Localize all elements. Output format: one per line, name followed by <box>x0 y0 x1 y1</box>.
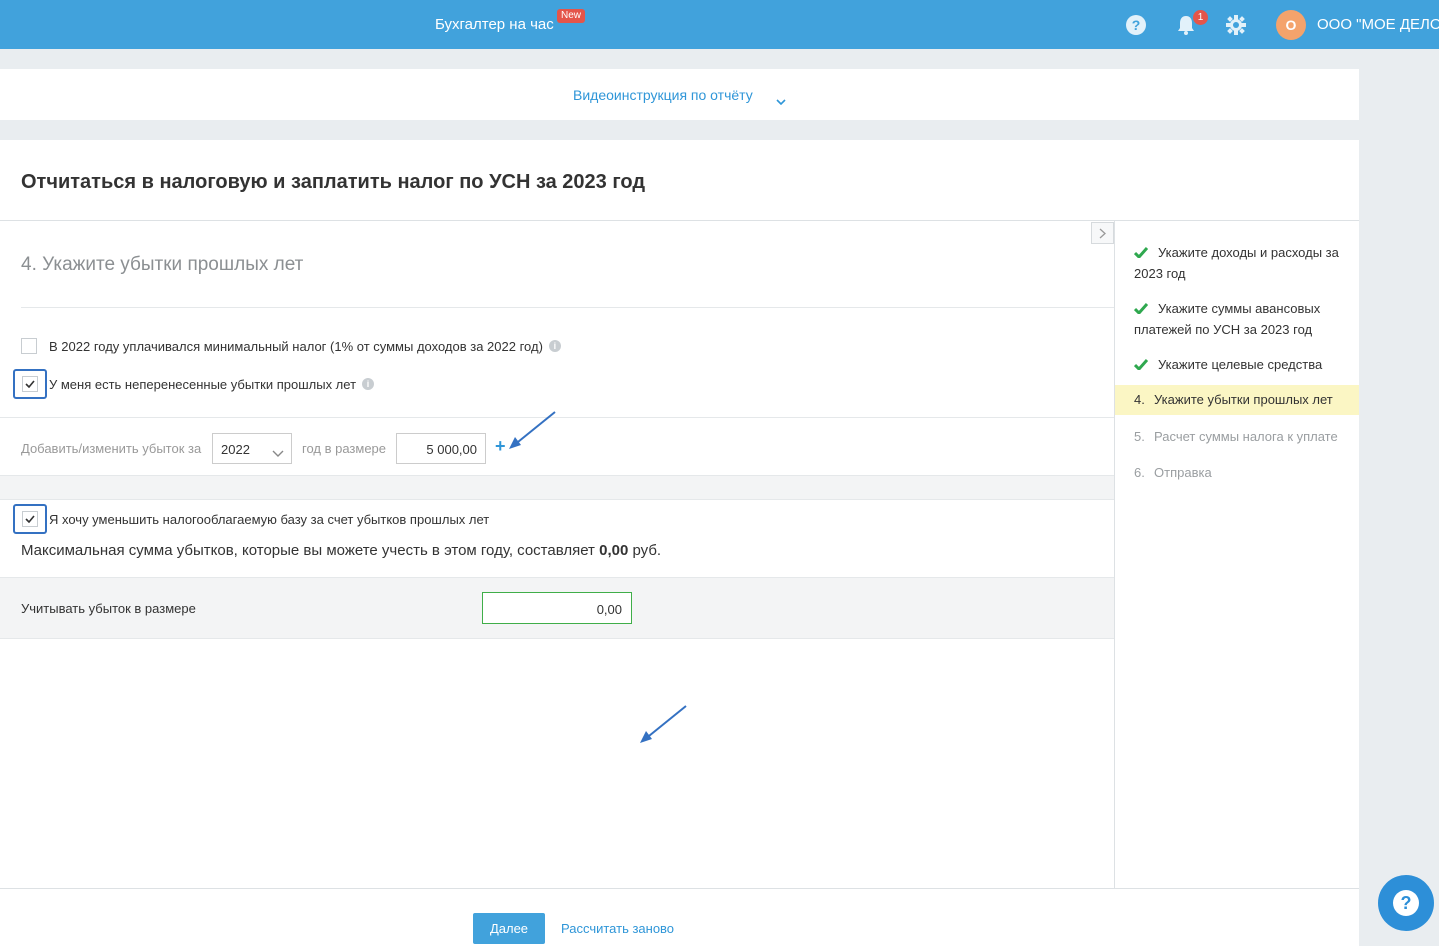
max-loss-amount: 0,00 <box>599 542 629 559</box>
step-item-sending: 6. Отправка <box>1115 463 1359 483</box>
step-label: Отправка <box>1154 465 1212 480</box>
check-icon <box>1133 244 1149 264</box>
check-icon <box>1133 300 1149 320</box>
unused-losses-checkbox[interactable] <box>22 376 38 392</box>
service-title[interactable]: Бухгалтер на час <box>435 16 554 33</box>
consider-loss-row: Учитывать убыток в размере 0,00 <box>0 577 1114 639</box>
chevron-down-icon <box>272 445 284 460</box>
report-wizard-card: Отчитаться в налоговую и заплатить налог… <box>0 140 1359 946</box>
step-item-past-losses[interactable]: 4. Укажите убытки прошлых лет <box>1115 385 1359 415</box>
help-chat-button[interactable]: ? <box>1378 875 1434 931</box>
divider <box>21 307 1114 308</box>
add-loss-label: Добавить/изменить убыток за <box>21 441 202 456</box>
video-instruction-link[interactable]: Видеоинструкция по отчёту <box>573 87 753 103</box>
annotation-arrow-icon <box>640 705 687 743</box>
reduce-base-checkbox[interactable] <box>22 511 38 527</box>
step-item-target-funds[interactable]: Укажите целевые средства <box>1115 355 1359 376</box>
min-tax-checkbox[interactable] <box>21 338 37 354</box>
step-label: Укажите доходы и расходы за 2023 год <box>1134 245 1339 281</box>
gear-icon[interactable] <box>1224 13 1248 37</box>
amount-label: год в размере <box>302 441 387 456</box>
section-separator <box>0 476 1114 500</box>
step-label: Укажите убытки прошлых лет <box>1154 392 1333 407</box>
info-icon[interactable]: i <box>362 378 375 390</box>
highlight-frame <box>13 369 47 399</box>
step-item-advance-payments[interactable]: Укажите суммы авансовых платежей по УСН … <box>1115 299 1359 340</box>
annotation-arrow-icon <box>509 411 556 449</box>
collapse-sidebar-button[interactable] <box>1091 222 1114 244</box>
year-select-value: 2022 <box>221 442 250 457</box>
top-bar: Бухгалтер на час New ? 1 О ООО "МОЕ ДЕЛО… <box>0 0 1439 49</box>
step-content: 4. Укажите убытки прошлых лет В 2022 год… <box>0 221 1114 888</box>
step-item-tax-calculation: 5. Расчет суммы налога к уплате <box>1115 427 1359 447</box>
steps-sidebar: Укажите доходы и расходы за 2023 год Ука… <box>1115 221 1359 888</box>
svg-text:?: ? <box>1401 893 1412 913</box>
notification-count-badge: 1 <box>1193 10 1208 25</box>
min-tax-row: В 2022 году уплачивался минимальный нало… <box>21 338 561 354</box>
max-loss-text-suffix: руб. <box>632 542 662 559</box>
consider-loss-input[interactable]: 0,00 <box>482 592 632 624</box>
info-icon[interactable]: i <box>548 340 561 352</box>
step-number: 6. <box>1134 465 1145 480</box>
new-badge: New <box>557 9 586 23</box>
year-select[interactable]: 2022 <box>212 433 292 464</box>
check-icon <box>1133 356 1149 376</box>
add-loss-button[interactable]: + <box>495 436 506 457</box>
step-label: Укажите суммы авансовых платежей по УСН … <box>1134 301 1321 337</box>
consider-loss-label: Учитывать убыток в размере <box>21 601 196 616</box>
page-title: Отчитаться в налоговую и заплатить налог… <box>21 171 646 193</box>
reduce-base-label[interactable]: Я хочу уменьшить налогооблагаемую базу з… <box>49 512 489 527</box>
chevron-down-icon[interactable] <box>776 92 786 110</box>
svg-text:?: ? <box>1132 17 1141 33</box>
help-icon[interactable]: ? <box>1124 13 1148 37</box>
step-number: 5. <box>1134 429 1145 444</box>
step-label: Расчет суммы налога к уплате <box>1154 429 1338 444</box>
avatar[interactable]: О <box>1276 10 1306 40</box>
max-loss-text: Максимальная сумма убытков, которые вы м… <box>21 542 661 559</box>
step-title: 4. Укажите убытки прошлых лет <box>21 254 304 275</box>
unused-losses-label[interactable]: У меня есть неперенесенные убытки прошлы… <box>49 377 356 392</box>
min-tax-label[interactable]: В 2022 году уплачивался минимальный нало… <box>49 339 543 354</box>
video-instruction-panel: Видеоинструкция по отчёту <box>0 69 1359 120</box>
step-item-income[interactable]: Укажите доходы и расходы за 2023 год <box>1115 243 1359 284</box>
max-loss-text-prefix: Максимальная сумма убытков, которые вы м… <box>21 542 595 559</box>
divider <box>0 888 1359 889</box>
question-icon: ? <box>1393 890 1419 916</box>
reduce-base-row: Я хочу уменьшить налогооблагаемую базу з… <box>13 504 489 534</box>
highlight-frame <box>13 504 47 534</box>
recalculate-link[interactable]: Рассчитать заново <box>561 921 674 936</box>
unused-losses-row: У меня есть неперенесенные убытки прошлы… <box>13 369 375 399</box>
next-button[interactable]: Далее <box>473 913 545 944</box>
chevron-right-icon <box>1099 228 1106 238</box>
step-label: Укажите целевые средства <box>1158 357 1323 372</box>
step-number: 4. <box>1134 392 1145 407</box>
loss-amount-input[interactable]: 5 000,00 <box>396 433 486 464</box>
company-name[interactable]: ООО "МОЕ ДЕЛО" <box>1317 16 1439 33</box>
